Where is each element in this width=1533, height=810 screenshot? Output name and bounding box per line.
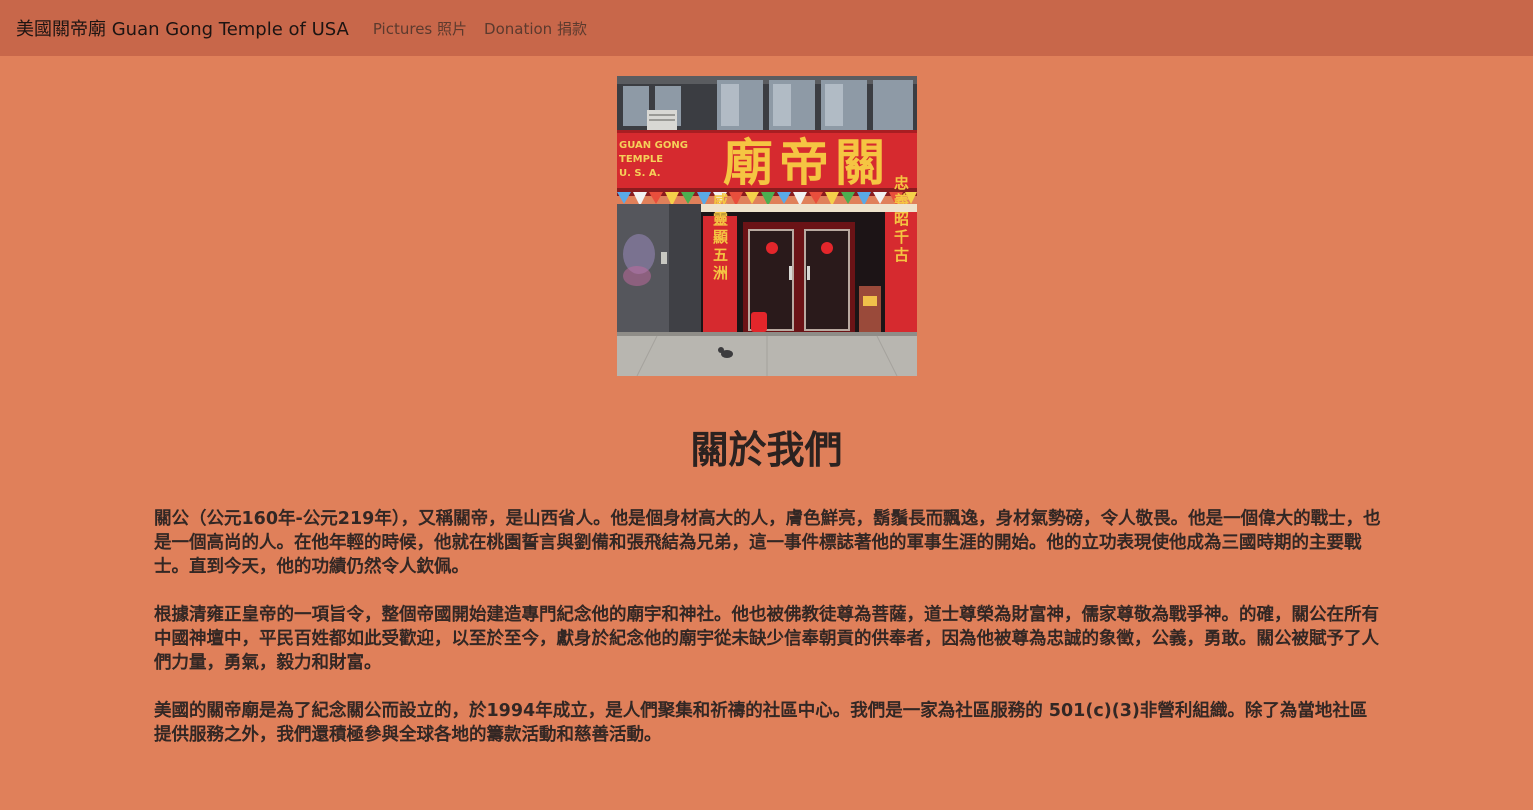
top-navbar: 美國關帝廟 Guan Gong Temple of USA Pictures 照… [0, 0, 1533, 56]
svg-text:GUAN GONG: GUAN GONG [619, 140, 688, 151]
about-content: 關公（公元160年-公元219年），又稱關帝，是山西省人。他是個身材高大的人，膚… [154, 507, 1384, 771]
svg-text:U. S. A.: U. S. A. [619, 168, 661, 179]
banner-right-text: 忠義昭千古 [892, 174, 910, 265]
sign-chinese-text: 廟帝關 [723, 133, 891, 192]
prayer-flags [617, 188, 917, 206]
brand-link[interactable]: 美國關帝廟 Guan Gong Temple of USA [16, 15, 349, 41]
svg-text:TEMPLE: TEMPLE [619, 154, 663, 165]
nav-link-pictures[interactable]: Pictures 照片 [373, 18, 467, 39]
about-paragraph: 關公（公元160年-公元219年），又稱關帝，是山西省人。他是個身材高大的人，膚… [154, 509, 1381, 577]
about-paragraph: 美國的關帝廟是為了紀念關公而設立的，於1994年成立，是人們聚集和祈禱的社區中心… [154, 701, 1368, 745]
about-title: 關於我們 [690, 428, 843, 472]
temple-storefront-photo: GUAN GONG TEMPLE U. S. A. 廟帝關 威靈顯五洲 忠義昭千… [617, 76, 917, 376]
about-paragraph: 根據清雍正皇帝的一項旨令，整個帝國開始建造專門紀念他的廟宇和神社。他也被佛教徒尊… [154, 605, 1379, 673]
nav-link-donation[interactable]: Donation 捐款 [484, 18, 587, 39]
